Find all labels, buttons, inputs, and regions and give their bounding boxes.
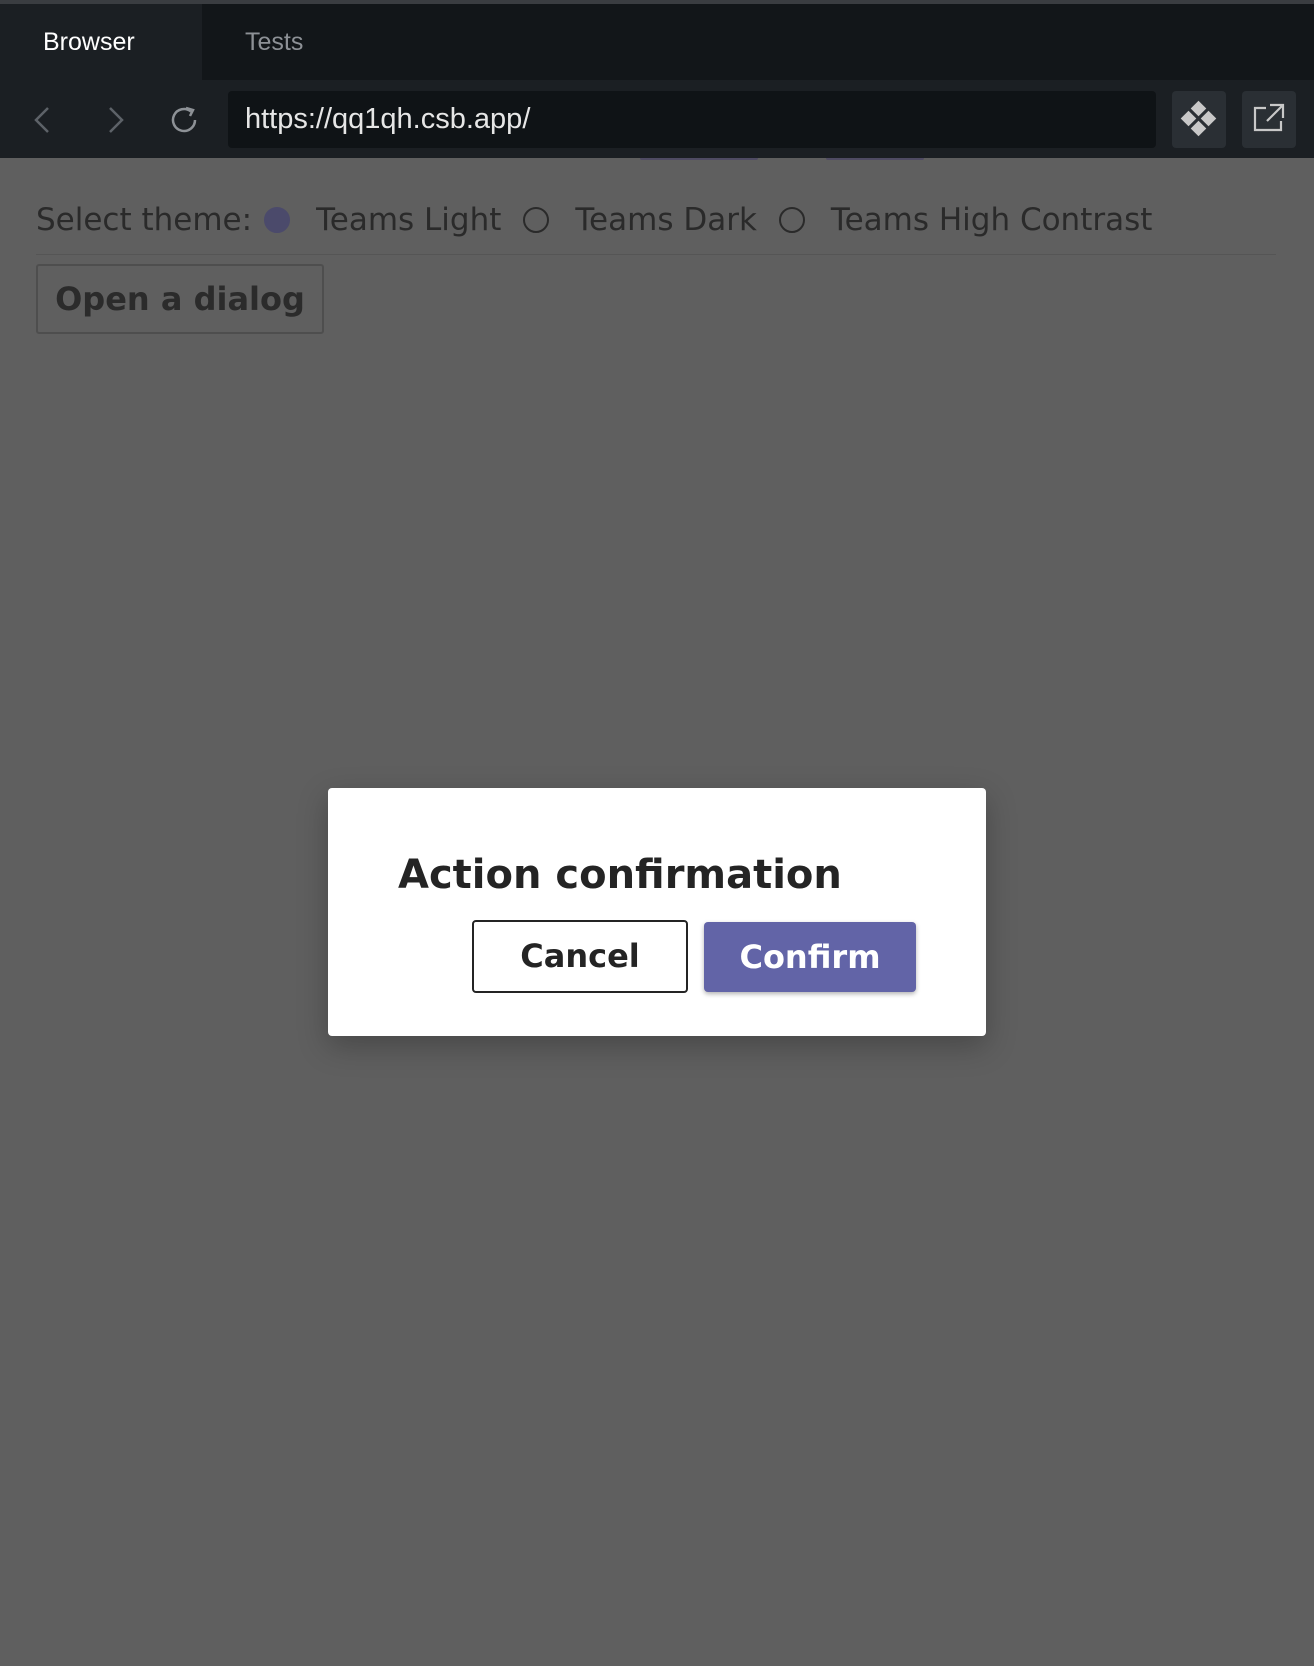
cutoff-highlight <box>826 158 924 160</box>
codesandbox-icon[interactable] <box>1172 91 1226 148</box>
open-dialog-button[interactable]: Open a dialog <box>36 264 324 334</box>
confirmation-dialog: Action confirmation Cancel Confirm <box>328 788 986 1036</box>
divider <box>36 254 1276 255</box>
radio-teams-high-contrast[interactable] <box>778 207 805 233</box>
back-icon[interactable] <box>26 102 62 138</box>
confirm-button[interactable]: Confirm <box>704 922 916 992</box>
open-external-icon[interactable] <box>1242 91 1296 148</box>
cutoff-highlight <box>640 158 758 160</box>
theme-label: Select theme: <box>36 202 253 238</box>
radio-label-teams-high-contrast[interactable]: Teams High Contrast <box>831 202 1153 238</box>
radio-label-teams-dark[interactable]: Teams Dark <box>575 202 757 238</box>
tab-tests[interactable]: Tests <box>202 4 404 80</box>
tab-browser[interactable]: Browser <box>0 4 202 80</box>
radio-teams-light[interactable] <box>264 207 291 233</box>
tab-bar: Browser Tests <box>0 4 1314 80</box>
dialog-title: Action confirmation <box>398 852 842 898</box>
forward-icon[interactable] <box>96 102 132 138</box>
browser-navbar: https://qq1qh.csb.app/ <box>0 80 1314 158</box>
cancel-button[interactable]: Cancel <box>472 920 688 993</box>
theme-selector: Select theme: Teams Light Teams Dark Tea… <box>36 202 1174 238</box>
url-input[interactable]: https://qq1qh.csb.app/ <box>228 91 1156 148</box>
reload-icon[interactable] <box>166 102 202 138</box>
radio-label-teams-light[interactable]: Teams Light <box>316 202 501 238</box>
radio-teams-dark[interactable] <box>523 207 550 233</box>
